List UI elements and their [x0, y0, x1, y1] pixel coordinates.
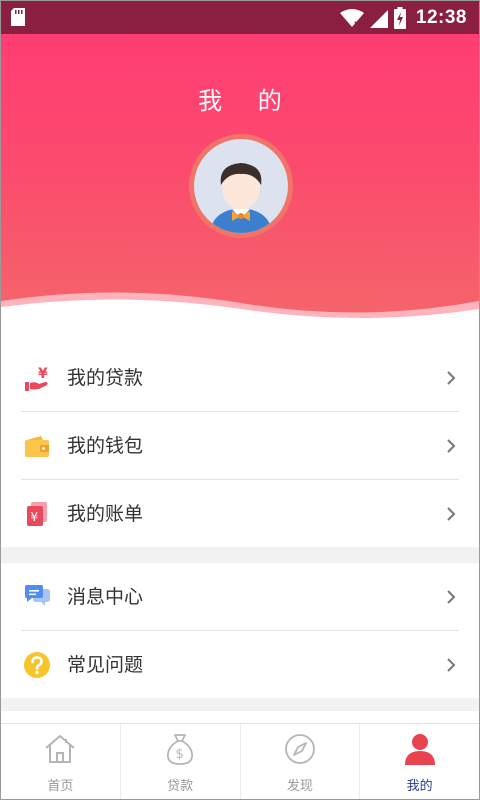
person-icon	[404, 734, 435, 765]
page-title: 我 的	[198, 87, 296, 115]
spacer-strip	[1, 711, 479, 723]
menu-item-label: 消息中心	[67, 586, 144, 608]
clock-text: 12:38	[415, 6, 467, 28]
wallet-icon	[25, 436, 49, 457]
menu-item-faq[interactable]: 常见问题	[1, 631, 479, 699]
tab-label: 贷款	[167, 779, 194, 794]
menu-item-message-center[interactable]: 消息中心	[1, 563, 479, 631]
account-menu: ¥ 我的贷款 我的钱包 ¥ 我的账单	[1, 336, 479, 547]
menu-item-my-wallet[interactable]: 我的钱包	[1, 412, 479, 480]
tab-label: 我的	[406, 779, 433, 794]
chat-bubbles-icon	[25, 585, 50, 606]
menu-item-my-bills[interactable]: ¥ 我的账单	[1, 480, 479, 548]
tab-label: 发现	[286, 779, 313, 794]
menu-item-label: 我的贷款	[67, 367, 144, 389]
question-icon	[24, 652, 50, 678]
svg-text:¥: ¥	[31, 510, 39, 524]
sd-card-icon	[11, 8, 25, 26]
support-menu: 消息中心 常见问题	[1, 563, 479, 698]
avatar[interactable]	[189, 134, 293, 238]
loan-hand-yuan-icon: ¥	[25, 366, 48, 391]
chevron-right-icon	[447, 590, 456, 604]
tab-label: 首页	[47, 779, 74, 794]
svg-text:¥: ¥	[38, 366, 48, 382]
chevron-right-icon	[447, 507, 456, 521]
signal-icon	[369, 9, 388, 28]
home-icon	[45, 735, 76, 763]
menu-item-my-loans[interactable]: ¥ 我的贷款	[1, 344, 479, 412]
battery-charging-icon	[393, 6, 406, 29]
menu-item-label: 常见问题	[67, 654, 144, 676]
wifi-icon	[339, 8, 364, 28]
user-avatar-icon	[210, 163, 272, 233]
svg-text:$: $	[176, 747, 184, 762]
menu-item-label: 我的账单	[67, 503, 144, 525]
header-wave	[1, 292, 479, 337]
bill-icon: ¥	[27, 502, 47, 526]
tab-discover[interactable]: 发现	[241, 724, 361, 799]
money-bag-icon: $	[167, 734, 194, 765]
phone-screen: 12:38 我 的 ¥ 我的贷款 我的钱包 ¥ 我的账单 消息中心 常见问题 首…	[0, 0, 480, 800]
chevron-right-icon	[447, 371, 456, 385]
compass-icon	[284, 734, 315, 764]
bottom-tab-bar: 首页 $ 贷款 发现 我的	[1, 723, 479, 799]
chevron-right-icon	[447, 658, 456, 672]
status-bar: 12:38	[1, 1, 479, 34]
menu-item-label: 我的钱包	[67, 435, 144, 457]
tab-home[interactable]: 首页	[1, 724, 121, 799]
tab-me[interactable]: 我的	[360, 724, 479, 799]
tab-loans[interactable]: $ 贷款	[121, 724, 241, 799]
chevron-right-icon	[447, 439, 456, 453]
